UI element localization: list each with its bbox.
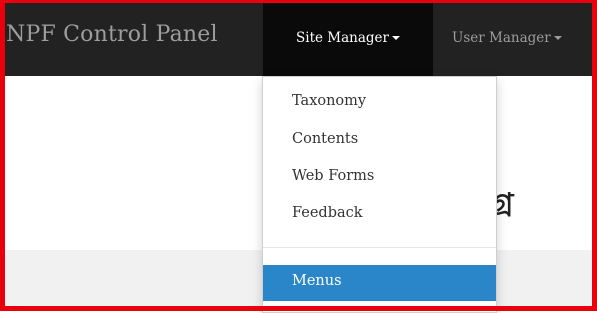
highlight-frame-top [0,0,597,3]
brand-title[interactable]: NPF Control Panel [6,22,218,47]
dropdown-item-feedback[interactable]: Feedback [292,205,363,221]
dropdown-item-web-forms[interactable]: Web Forms [292,168,374,184]
caret-down-icon [391,36,400,40]
caret-down-icon [553,36,562,40]
top-navbar: NPF Control Panel Site Manager User Mana… [0,0,597,76]
dropdown-divider [263,247,496,248]
nav-site-manager-label: Site Manager [296,30,389,46]
dropdown-item-taxonomy[interactable]: Taxonomy [292,93,366,109]
site-manager-dropdown: Taxonomy Contents Web Forms Feedback Men… [262,76,497,313]
nav-site-manager[interactable]: Site Manager [263,0,433,76]
dropdown-item-menus-label: Menus [292,273,342,289]
nav-user-manager[interactable]: User Manager [452,0,562,76]
nav-user-manager-label: User Manager [452,30,551,46]
dropdown-item-menus[interactable]: Menus [263,265,496,301]
dropdown-item-contents[interactable]: Contents [292,131,358,147]
